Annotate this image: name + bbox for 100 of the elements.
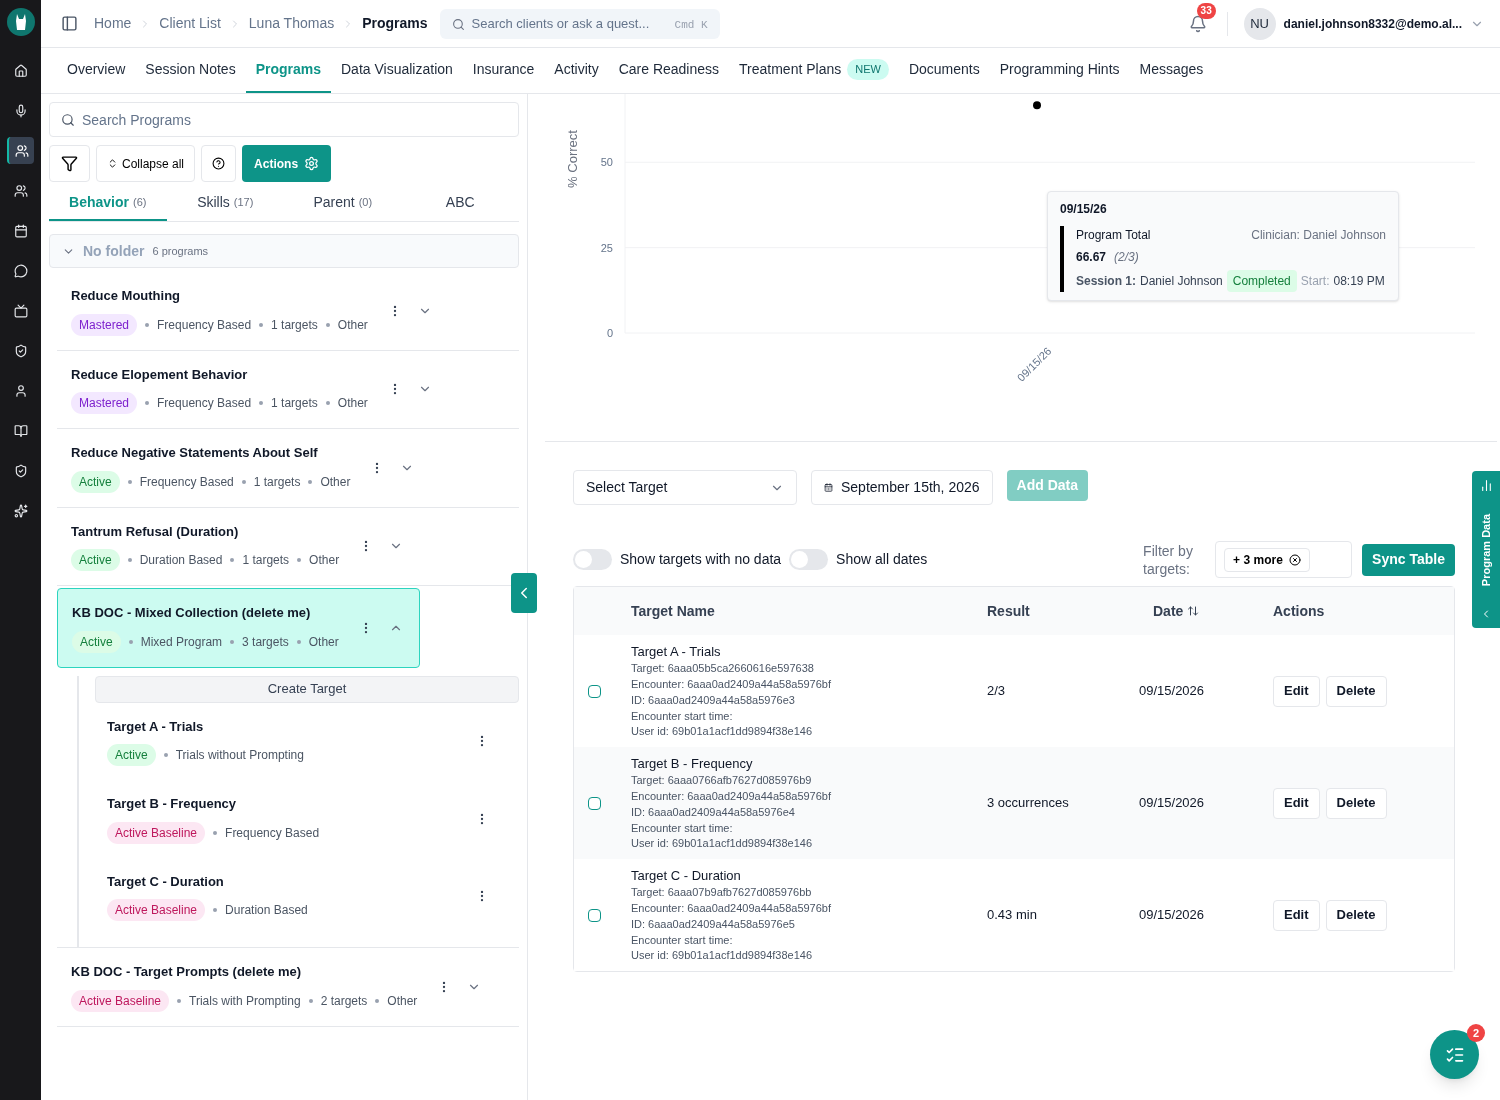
- program-card[interactable]: Tantrum Refusal (Duration) Active Duration Based 1 targets Other: [57, 507, 519, 585]
- target-meta: Target: 6aaa07b9afb7627d085976bb: [631, 885, 813, 901]
- remove-icon[interactable]: [1288, 553, 1301, 566]
- calendar-icon: [13, 223, 28, 238]
- toggle-switch[interactable]: [573, 549, 612, 570]
- data-point[interactable]: [1033, 101, 1041, 110]
- row-checkbox[interactable]: [588, 796, 601, 810]
- result-cell-text: 0.43 min: [987, 906, 1038, 925]
- page-tab[interactable]: Data Visualization: [331, 48, 463, 93]
- page-tab[interactable]: Overview: [57, 48, 136, 93]
- program-data-side-tab[interactable]: Program Data: [1472, 471, 1500, 628]
- result-cell-text: 2/3: [987, 682, 1007, 701]
- target-meta: User id: 69b01a1acf1dd9894f38e146: [631, 724, 814, 740]
- program-search-field[interactable]: Search Programs: [49, 102, 519, 137]
- date-picker[interactable]: September 15th, 2026: [811, 470, 993, 505]
- delete-button[interactable]: Delete: [1325, 899, 1387, 931]
- program-card[interactable]: Reduce Elopement Behavior Mastered Frequency Based 1 targets Other: [57, 350, 519, 428]
- breadcrumb-link[interactable]: Client List: [159, 13, 221, 34]
- notification-bell-icon[interactable]: [1188, 14, 1207, 33]
- tooltip-value: 66.67: [1076, 249, 1107, 266]
- page-tab[interactable]: Programs: [245, 48, 331, 93]
- target-filter-field[interactable]: + 3 more: [1215, 541, 1353, 578]
- user-avatar[interactable]: NU: [1243, 7, 1276, 40]
- column-header: Actions: [1273, 601, 1325, 621]
- program-card[interactable]: KB DOC - Target Prompts (delete me) Active Baseline Trials with Prompting 2 targets Other: [57, 948, 519, 1026]
- collapse-all-button[interactable]: Collapse all: [96, 145, 196, 182]
- book-icon: [13, 423, 28, 438]
- chat-bubble-icon: [13, 263, 28, 278]
- target-meta: Encounter start time:: [631, 708, 734, 724]
- checklist-fab[interactable]: [1430, 1030, 1479, 1079]
- row-checkbox[interactable]: [588, 908, 601, 922]
- filter-button[interactable]: [49, 145, 90, 182]
- program-detail: Duration Based: [225, 902, 308, 919]
- tooltip-date: 09/15/26: [1060, 201, 1108, 218]
- sort-icon: [1187, 605, 1200, 617]
- target-meta: ID: 6aaa0ad2409a44a58a5976e4: [631, 804, 796, 820]
- microphone-icon: [13, 103, 28, 118]
- create-target-button[interactable]: Create Target: [95, 675, 519, 703]
- user-email[interactable]: daniel.johnson8332@demo.al...: [1283, 14, 1462, 33]
- edit-button[interactable]: Edit: [1273, 675, 1320, 707]
- program-detail: 2 targets: [320, 992, 368, 1010]
- edit-button[interactable]: Edit: [1273, 787, 1320, 819]
- page-tab[interactable]: Programming Hints: [989, 48, 1130, 93]
- program-detail: 1 targets: [242, 552, 290, 569]
- breadcrumb-link[interactable]: Home: [94, 13, 132, 34]
- edit-button[interactable]: Edit: [1273, 899, 1320, 931]
- category-tab[interactable]: Behavior (6): [49, 186, 167, 221]
- delete-button[interactable]: Delete: [1325, 787, 1387, 819]
- toggle-switch[interactable]: [789, 549, 829, 570]
- help-button[interactable]: [201, 145, 237, 182]
- program-detail: Other: [309, 552, 340, 569]
- page-tab[interactable]: Messages: [1129, 48, 1214, 93]
- column-header[interactable]: Date: [1153, 600, 1273, 622]
- page-tab[interactable]: Activity: [544, 48, 609, 93]
- target-meta: User id: 69b01a1acf1dd9894f38e146: [631, 836, 814, 852]
- breadcrumb-link[interactable]: Programs: [362, 13, 428, 34]
- notification-count: 33: [1196, 2, 1216, 19]
- page-tab[interactable]: Care Readiness: [608, 48, 730, 93]
- program-card[interactable]: Reduce Mouthing Mastered Frequency Based 1 targets Other: [57, 272, 519, 350]
- table-row[interactable]: [574, 747, 1454, 859]
- category-tab[interactable]: Skills (17): [166, 186, 284, 221]
- row-checkbox[interactable]: [588, 684, 601, 698]
- result-cell-text: 3 occurrences: [987, 794, 1070, 813]
- delete-button[interactable]: Delete: [1325, 675, 1387, 707]
- program-card[interactable]: Reduce Negative Statements About Self Active Frequency Based 1 targets Other: [57, 429, 519, 507]
- target-meta: Encounter start time:: [631, 932, 734, 948]
- target-select[interactable]: Select Target: [573, 470, 797, 505]
- page-tab[interactable]: Session Notes: [135, 48, 246, 93]
- collapse-panel-button[interactable]: [511, 573, 537, 613]
- filter-label: Filter by targets:: [1143, 541, 1194, 578]
- toggle-label: Show all dates: [836, 550, 928, 569]
- page-tab[interactable]: Documents: [898, 48, 990, 93]
- calendar-icon: [824, 483, 833, 492]
- category-tab[interactable]: ABC: [401, 186, 519, 221]
- tv-icon: [13, 303, 28, 318]
- program-detail: Trials without Prompting: [175, 747, 304, 764]
- actions-button[interactable]: Actions: [242, 145, 332, 182]
- page-tab[interactable]: Treatment Plans NEW: [729, 48, 899, 93]
- search-icon: [451, 17, 465, 31]
- sync-table-button[interactable]: Sync Table: [1362, 543, 1455, 576]
- page-tab[interactable]: Insurance: [462, 48, 545, 93]
- target-meta: ID: 6aaa0ad2409a44a58a5976e3: [631, 692, 796, 708]
- logo-icon: [6, 8, 35, 36]
- target-meta: Encounter start time:: [631, 820, 734, 836]
- folder-header[interactable]: No folder 6 programs: [49, 234, 519, 268]
- program-title: Reduce Elopement Behavior: [71, 365, 249, 384]
- rail-nav-button[interactable]: [7, 137, 34, 164]
- program-detail: Frequency Based: [157, 395, 252, 412]
- target-meta: Encounter: 6aaa0ad2409a44a58a5976bf: [631, 789, 833, 805]
- toggle-label: Show targets with no data: [620, 550, 782, 569]
- filter-chip[interactable]: + 3 more: [1224, 547, 1310, 572]
- breadcrumb-link[interactable]: Luna Thomas: [248, 13, 335, 34]
- sidebar-toggle-icon[interactable]: [61, 15, 78, 32]
- tick-label: 0: [606, 327, 613, 339]
- category-tab[interactable]: Parent (0): [284, 186, 402, 221]
- program-detail: Trials with Prompting: [189, 992, 301, 1010]
- program-detail: Other: [387, 992, 418, 1010]
- status-badge: Mastered: [71, 392, 138, 414]
- program-card[interactable]: KB DOC - Mixed Collection (delete me) Active Mixed Program 3 targets Other: [57, 588, 420, 668]
- tooltip-session-label: Session 1:: [1076, 273, 1137, 290]
